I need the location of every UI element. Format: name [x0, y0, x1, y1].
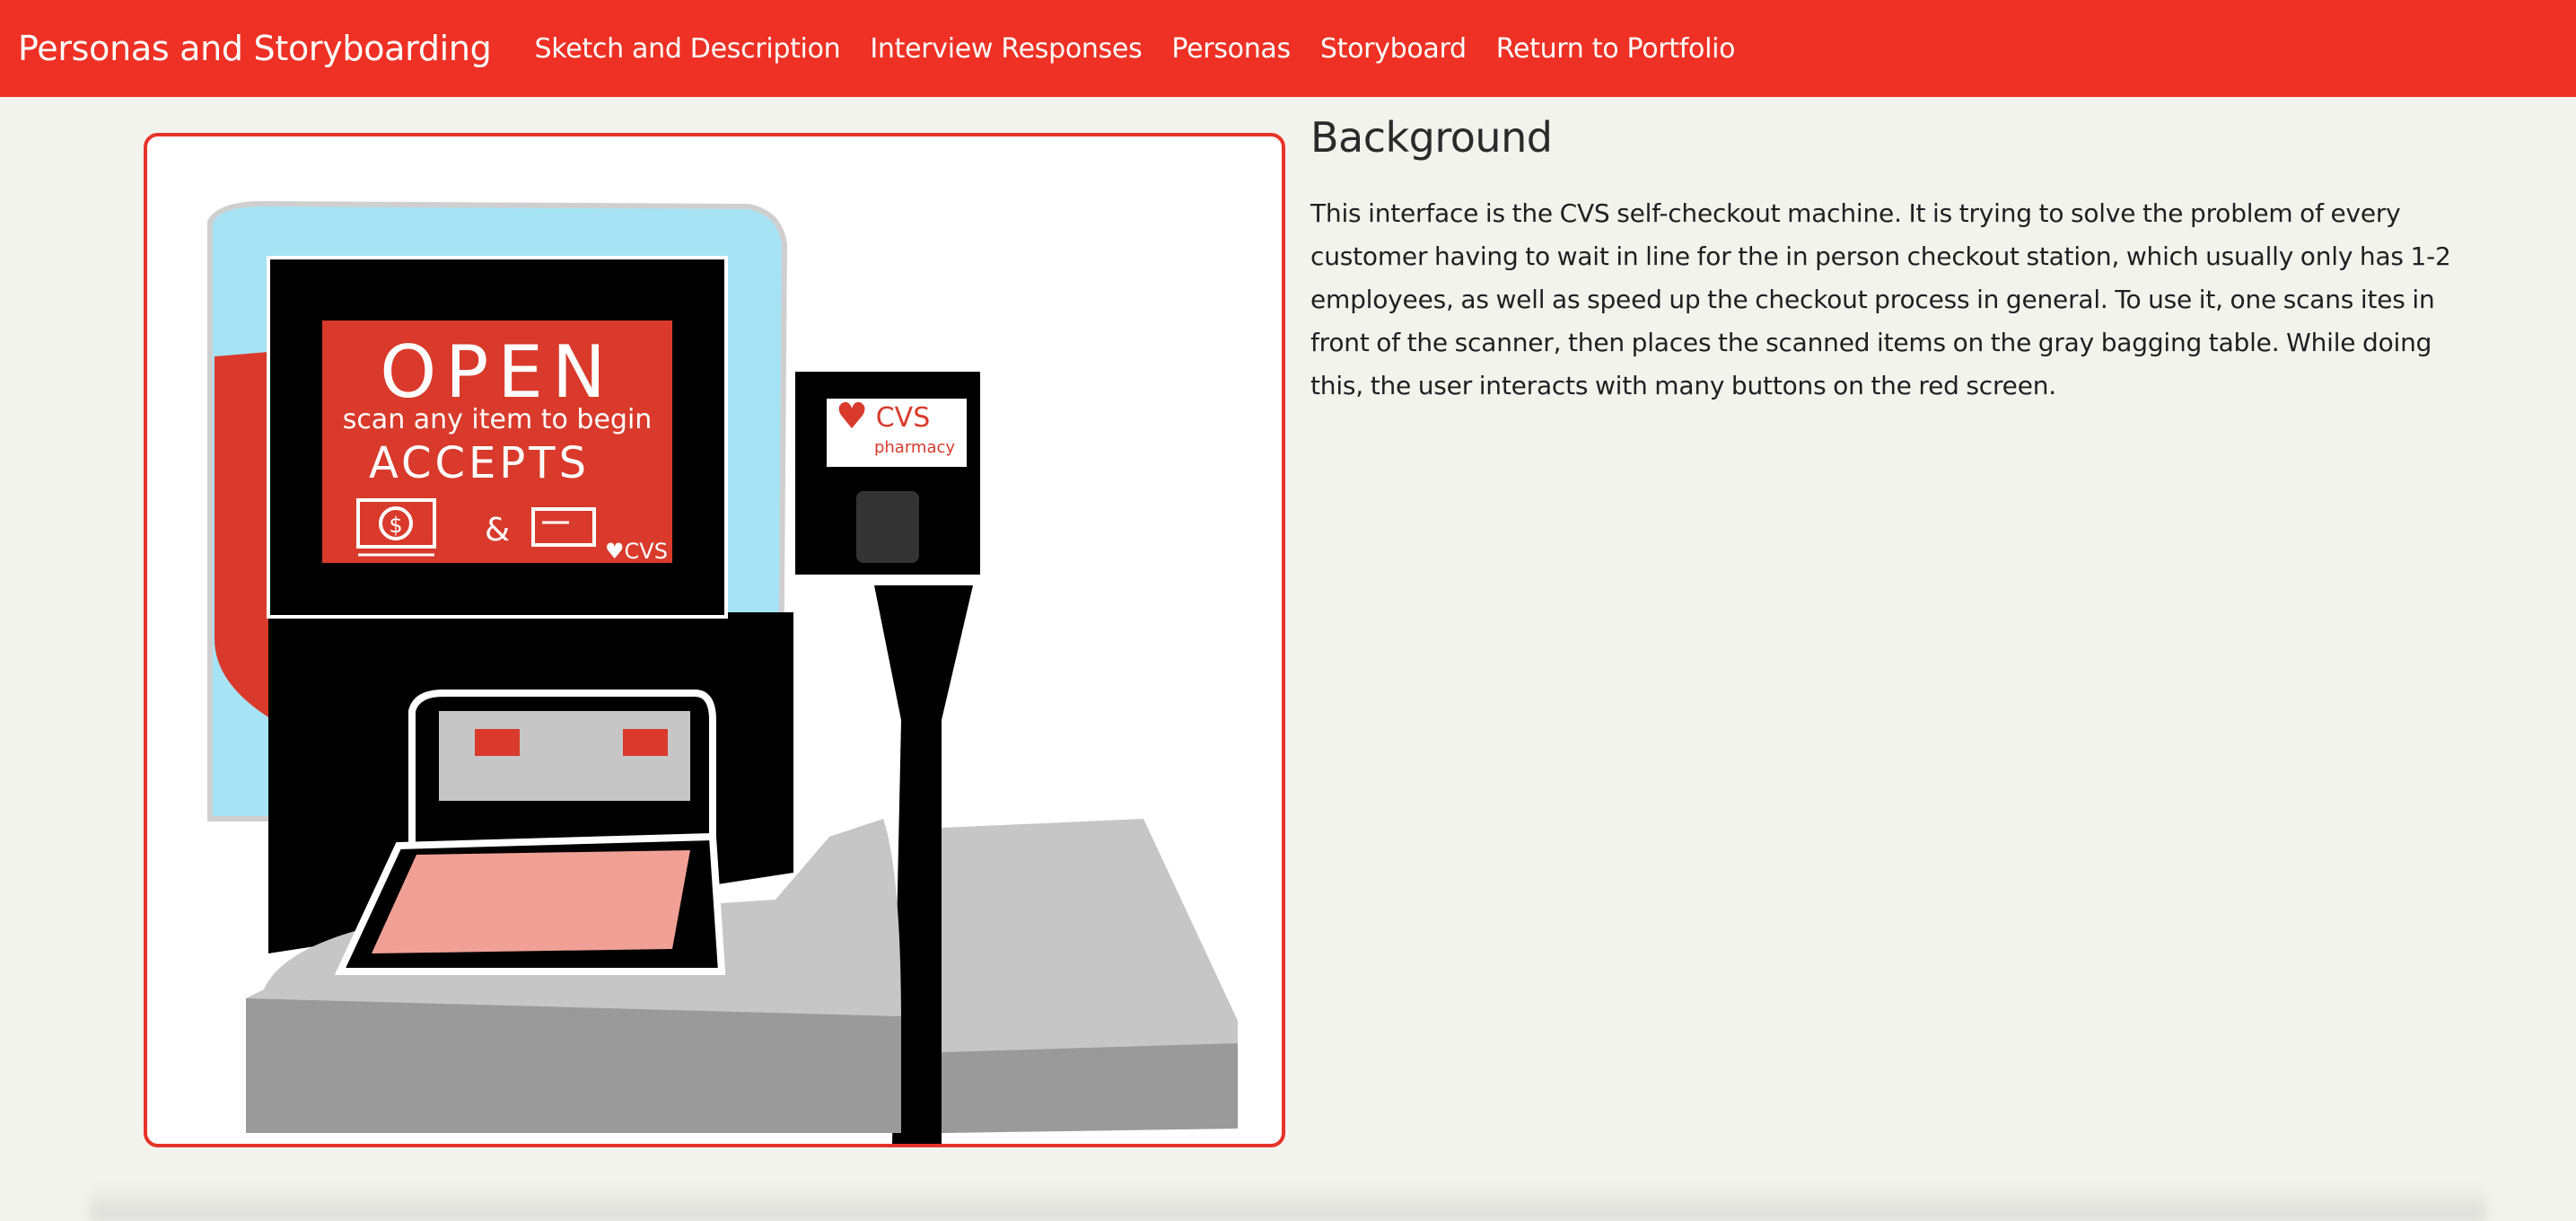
- nav-link-return-to-portfolio[interactable]: Return to Portfolio: [1496, 33, 1736, 65]
- scanner-light-right: [623, 729, 668, 756]
- nav-links: Sketch and Description Interview Respons…: [535, 33, 1766, 65]
- nav-link-storyboard[interactable]: Storyboard: [1320, 33, 1467, 65]
- self-checkout-drawing: OPEN scan any item to begin ACCEPTS $ & …: [207, 200, 1238, 1144]
- nav-link-sketch-and-description[interactable]: Sketch and Description: [535, 33, 841, 65]
- background-section: Background This interface is the CVS sel…: [1310, 113, 2459, 408]
- svg-text:$: $: [389, 513, 402, 538]
- self-checkout-sketch: OPEN scan any item to begin ACCEPTS $ & …: [144, 133, 1285, 1147]
- top-navbar: Personas and Storyboarding Sketch and De…: [0, 0, 2576, 97]
- screen-amp-text: &: [485, 512, 510, 549]
- nav-link-interview-responses[interactable]: Interview Responses: [870, 33, 1142, 65]
- counter-front: [246, 998, 901, 1133]
- site-brand-link[interactable]: Personas and Storyboarding: [18, 29, 492, 68]
- screen-open-text: OPEN: [380, 330, 615, 414]
- pinpad-keypad: [856, 491, 919, 563]
- pinpad-pharmacy-text: pharmacy: [874, 438, 955, 457]
- background-heading: Background: [1310, 113, 1553, 162]
- screen-cvs-logo: ♥CVS: [605, 539, 668, 564]
- background-description: This interface is the CVS self-checkout …: [1310, 198, 2451, 400]
- section-bottom-shadow: [90, 1185, 2486, 1221]
- screen-accepts-text: ACCEPTS: [369, 438, 590, 488]
- nav-link-personas[interactable]: Personas: [1171, 33, 1291, 65]
- pinpad-cvs-text: CVS: [876, 402, 931, 434]
- screen-scan-text: scan any item to begin: [343, 404, 653, 435]
- scanner-light-left: [475, 729, 520, 756]
- bagging-table-front: [942, 1043, 1238, 1133]
- pinpad-heart-icon: ♥: [836, 396, 868, 437]
- scanner-glass: [372, 850, 690, 953]
